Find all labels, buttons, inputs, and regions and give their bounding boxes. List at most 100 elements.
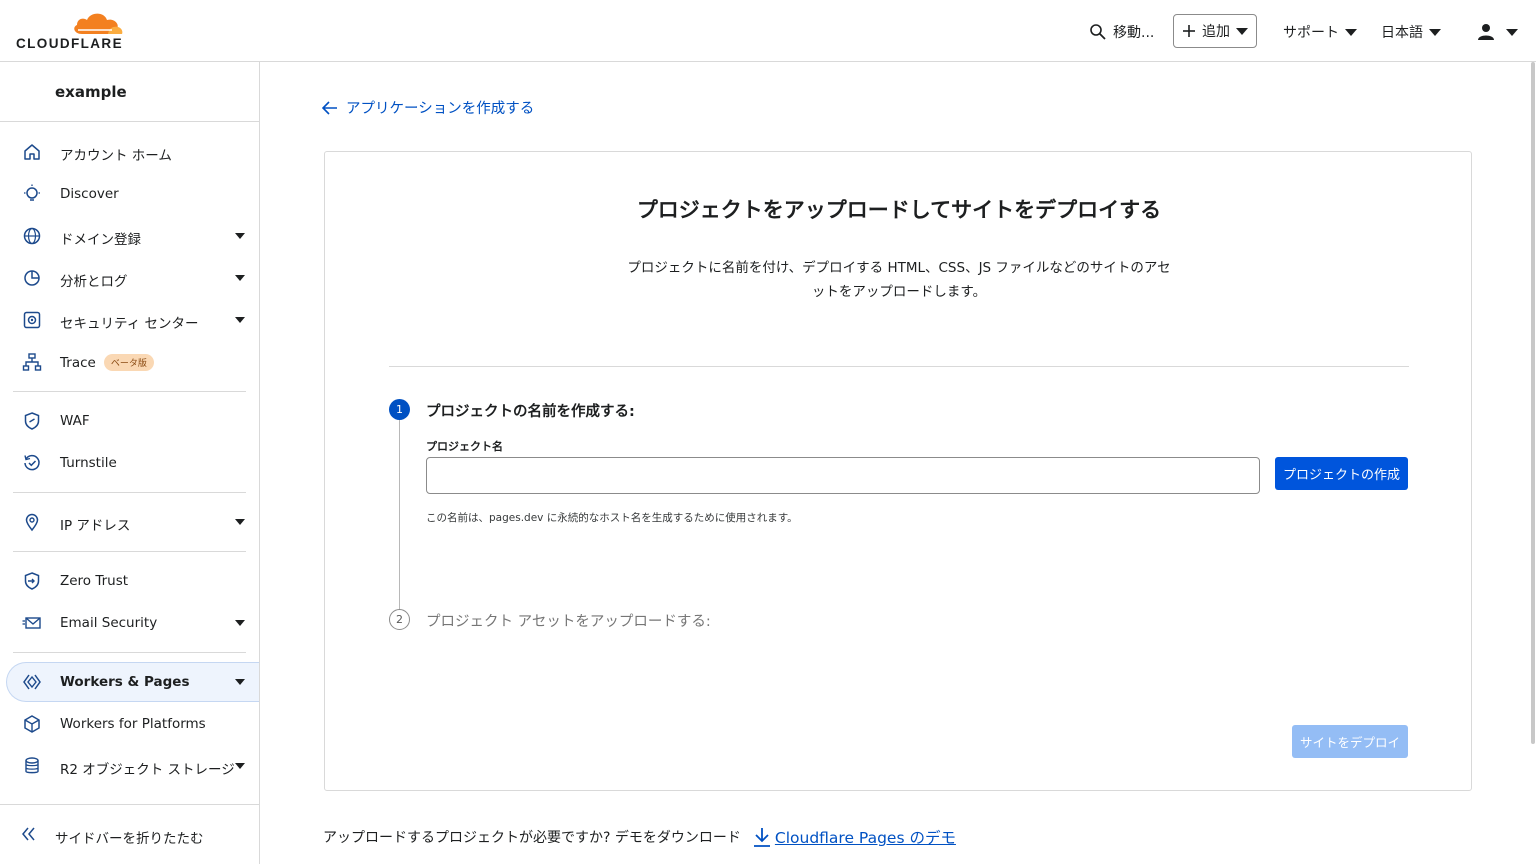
language-label: 日本語 — [1381, 25, 1423, 41]
sidebar-item-analytics-logs[interactable]: 分析とログ — [6, 259, 259, 297]
chevron-down-icon — [1506, 28, 1518, 36]
sidebar-item-label: セキュリティ センター — [60, 316, 199, 332]
download-icon — [753, 828, 770, 847]
sidebar-item-zero-trust[interactable]: Zero Trust — [6, 562, 259, 600]
sidebar-item-label: Workers for Platforms — [60, 716, 206, 732]
sidebar-item-trace[interactable]: Trace ベータ版 — [6, 343, 259, 381]
demo-link-label: Cloudflare Pages のデモ — [774, 829, 956, 847]
arrow-left-icon — [322, 100, 337, 115]
home-icon — [24, 144, 40, 160]
chevron-down-icon — [235, 679, 245, 685]
collapse-sidebar-button[interactable]: サイドバーを折りたたむ — [0, 804, 259, 864]
sidebar-item-waf[interactable]: WAF — [6, 402, 259, 440]
step-2-indicator: 2 — [389, 609, 410, 630]
sidebar-item-label: R2 オブジェクト ストレージ — [60, 762, 235, 778]
support-label: サポート — [1283, 25, 1339, 41]
sidebar-item-r2-storage[interactable]: R2 オブジェクト ストレージ — [6, 747, 259, 785]
sidebar-divider — [13, 492, 246, 493]
sidebar-item-label: ドメイン登録 — [60, 232, 141, 248]
cloud-logo-icon — [74, 13, 123, 34]
chevron-down-icon — [1345, 28, 1357, 36]
demo-download-text: アップロードするプロジェクトが必要ですか? デモをダウンロード — [323, 830, 741, 846]
sidebar-item-label: Turnstile — [60, 455, 117, 471]
support-menu[interactable]: サポート — [1283, 18, 1357, 46]
workers-icon — [23, 674, 41, 690]
account-name: example — [55, 83, 127, 101]
sidebar-item-label: IP アドレス — [60, 518, 131, 534]
cloudflare-logo[interactable]: CLOUDFLARE — [16, 10, 126, 52]
add-button[interactable]: 追加 — [1173, 14, 1257, 48]
beta-badge: ベータ版 — [103, 354, 154, 371]
sidebar-item-domain-registration[interactable]: ドメイン登録 — [6, 217, 259, 255]
waf-shield-icon — [24, 412, 40, 430]
chevron-down-icon — [235, 233, 245, 239]
pie-chart-icon — [24, 270, 40, 286]
sidebar-item-label: Trace — [60, 355, 96, 371]
sidebar-item-security-center[interactable]: セキュリティ センター — [6, 301, 259, 339]
database-icon — [25, 757, 39, 774]
cube-icon — [24, 715, 40, 733]
location-pin-icon — [25, 513, 39, 532]
top-header: CLOUDFLARE 移動... 追加 サポート 日本語 — [0, 0, 1536, 62]
sidebar-item-label: Discover — [60, 186, 119, 202]
sidebar-item-label: アカウント ホーム — [60, 148, 172, 164]
deploy-site-button[interactable]: サイトをデプロイ — [1292, 725, 1408, 758]
zero-trust-icon — [24, 572, 40, 590]
email-icon — [22, 617, 41, 629]
double-chevron-left-icon — [22, 827, 35, 841]
project-name-help: この名前は、pages.dev に永続的なホスト名を生成するために使用されます。 — [426, 512, 798, 524]
sidebar-item-account-home[interactable]: アカウント ホーム — [6, 133, 259, 171]
chevron-down-icon — [235, 519, 245, 525]
trace-icon — [22, 353, 42, 371]
create-project-button[interactable]: プロジェクトの作成 — [1275, 457, 1408, 490]
security-center-icon — [23, 311, 41, 329]
sidebar-item-discover[interactable]: Discover — [6, 175, 259, 213]
back-link-label: アプリケーションを作成する — [346, 101, 535, 117]
sidebar-item-label: Email Security — [60, 615, 158, 631]
sidebar-item-workers-pages[interactable]: Workers & Pages — [6, 662, 259, 702]
demo-download-link[interactable]: Cloudflare Pages のデモ — [753, 826, 956, 848]
add-label: 追加 — [1202, 24, 1230, 40]
upload-project-card: プロジェクトをアップロードしてサイトをデプロイする プロジェクトに名前を付け、デ… — [324, 151, 1472, 791]
step-connector — [399, 420, 400, 610]
lightbulb-icon — [24, 184, 40, 201]
step-2-title: プロジェクト アセットをアップロードする: — [426, 614, 711, 630]
user-menu[interactable] — [1476, 18, 1518, 46]
plus-icon — [1183, 25, 1195, 37]
logo-wordmark: CLOUDFLARE — [16, 36, 123, 51]
search-label: 移動... — [1113, 25, 1155, 41]
sidebar-item-label: Workers & Pages — [60, 674, 190, 690]
account-switcher[interactable]: example — [0, 62, 259, 122]
sidebar: example アカウント ホーム Discover ドメイン登録 分析とログ … — [0, 62, 260, 864]
sidebar-divider — [13, 652, 246, 653]
sidebar-item-label: 分析とログ — [60, 274, 128, 290]
chevron-down-icon — [235, 317, 245, 323]
goto-search-button[interactable]: 移動... — [1089, 18, 1154, 46]
page-description: プロジェクトに名前を付け、デプロイする HTML、CSS、JS ファイルなどのサ… — [627, 260, 1171, 300]
chevron-down-icon — [235, 620, 245, 626]
card-divider — [389, 366, 1409, 367]
language-menu[interactable]: 日本語 — [1381, 18, 1441, 46]
user-icon — [1478, 24, 1494, 40]
page-title: プロジェクトをアップロードしてサイトをデプロイする — [636, 198, 1162, 222]
back-link[interactable]: アプリケーションを作成する — [322, 97, 534, 118]
search-icon — [1090, 24, 1106, 40]
chevron-down-icon — [235, 275, 245, 281]
sidebar-item-label: Zero Trust — [60, 573, 129, 589]
turnstile-icon — [24, 454, 40, 471]
project-name-input[interactable] — [426, 457, 1260, 494]
demo-download-prompt: アップロードするプロジェクトが必要ですか? デモをダウンロード Cloudfla… — [323, 826, 956, 848]
step-1-indicator: 1 — [389, 399, 410, 420]
sidebar-item-workers-for-platforms[interactable]: Workers for Platforms — [6, 705, 259, 743]
chevron-down-icon — [1429, 28, 1441, 36]
sidebar-divider — [13, 391, 246, 392]
sidebar-divider — [13, 551, 246, 552]
page-scrollbar[interactable] — [1531, 62, 1535, 744]
sidebar-item-ip-addresses[interactable]: IP アドレス — [6, 503, 259, 541]
collapse-sidebar-label: サイドバーを折りたたむ — [55, 831, 204, 847]
sidebar-item-turnstile[interactable]: Turnstile — [6, 444, 259, 482]
sidebar-item-label: WAF — [60, 413, 90, 429]
chevron-down-icon — [235, 763, 245, 769]
project-name-label: プロジェクト名 — [426, 440, 503, 453]
sidebar-item-email-security[interactable]: Email Security — [6, 604, 259, 642]
